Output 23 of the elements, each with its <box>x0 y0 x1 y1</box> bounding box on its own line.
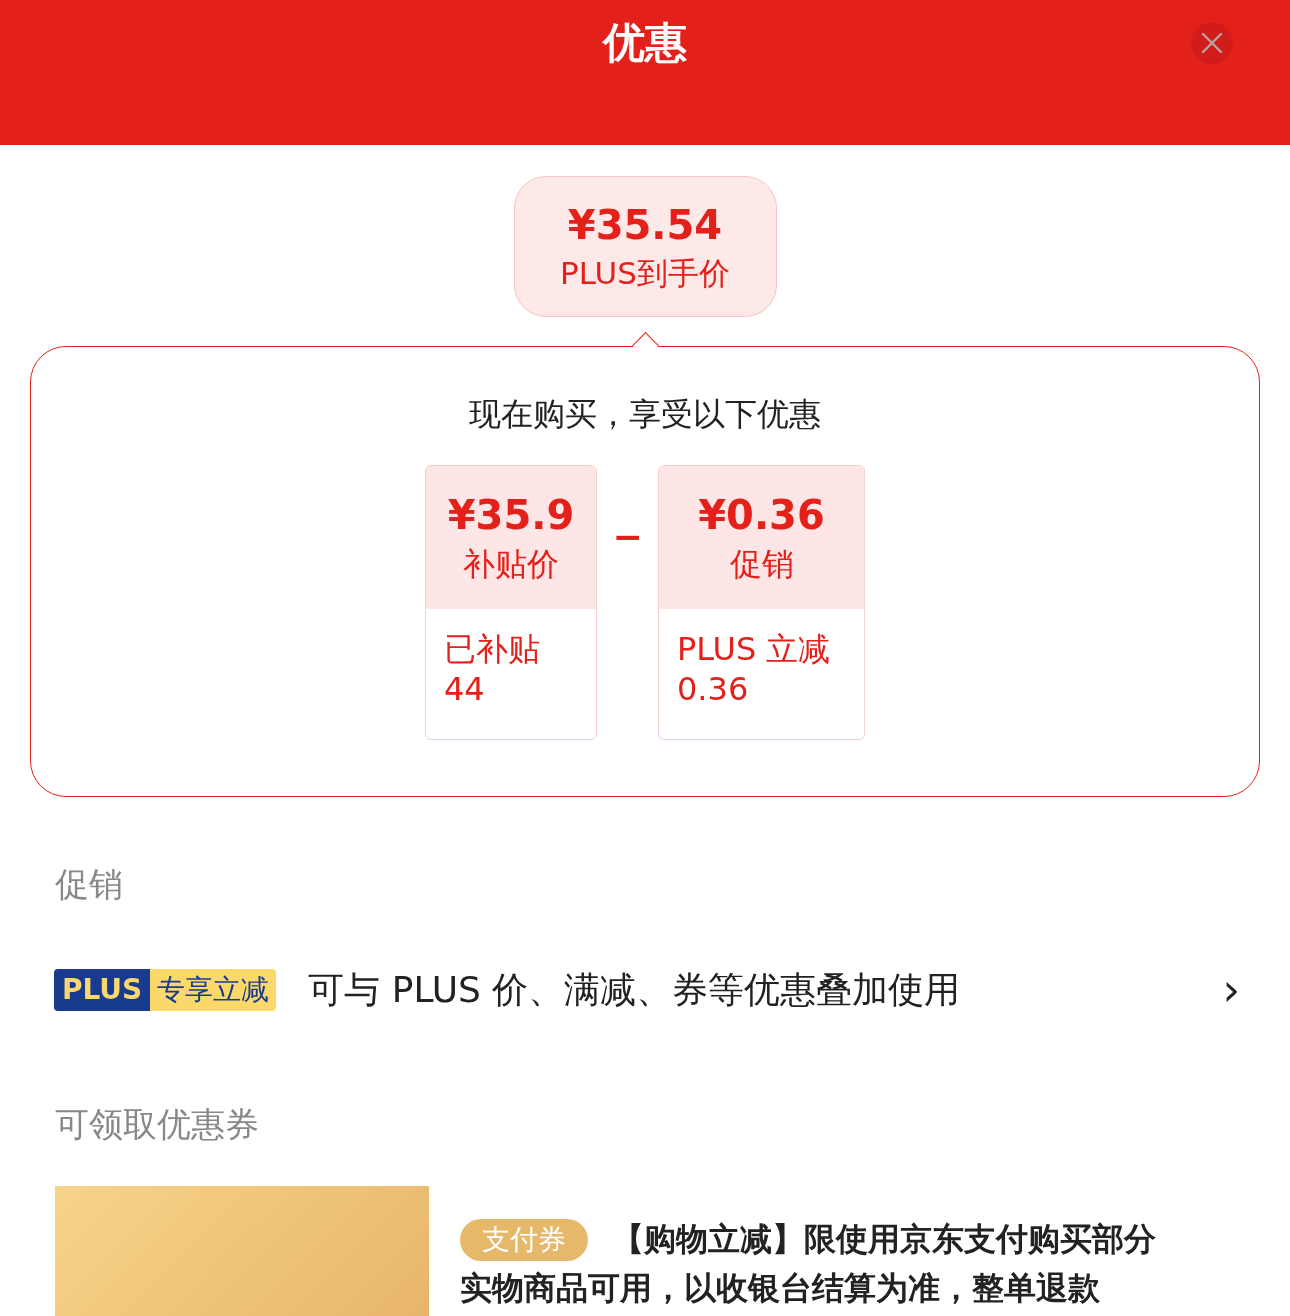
amount-label: 补贴价 <box>463 543 559 585</box>
amount: ¥0.36 <box>698 490 825 540</box>
detail-text: PLUS 立减 0.36 <box>677 629 832 709</box>
promotion-row[interactable]: PLUS 专享立减 可与 PLUS 价、满减、券等优惠叠加使用 › <box>54 968 1240 1012</box>
promotion-text: 可与 PLUS 价、满减、券等优惠叠加使用 <box>308 967 962 1012</box>
detail-text: 已补贴 44 <box>444 629 541 709</box>
card-heading: 现在购买，享受以下优惠 <box>469 394 821 435</box>
close-button[interactable] <box>1191 22 1233 64</box>
coupon-description: 【购物立减】限使用京东支付购买部分 <box>612 1219 1156 1260</box>
chevron-icon: › <box>1222 968 1240 1012</box>
final-price: ¥35.54 <box>567 200 723 250</box>
window-title: 优惠 <box>603 17 687 69</box>
badge-label: 专享立减 <box>150 969 277 1011</box>
amount-label: 促销 <box>729 543 794 585</box>
section-heading: 促销 <box>55 863 124 906</box>
close-icon <box>1201 32 1223 54</box>
coupon-description: 实物商品可用，以收银台结算为准，整单退款 <box>460 1270 1101 1306</box>
coupon-tag: 支付券 <box>460 1219 588 1261</box>
price-label: PLUS到手价 <box>560 253 730 293</box>
amount: ¥35.9 <box>447 490 575 540</box>
section-heading: 可领取优惠券 <box>55 1103 260 1146</box>
minus-sign: − <box>611 515 644 559</box>
badge-plus-text: PLUS <box>54 969 151 1011</box>
